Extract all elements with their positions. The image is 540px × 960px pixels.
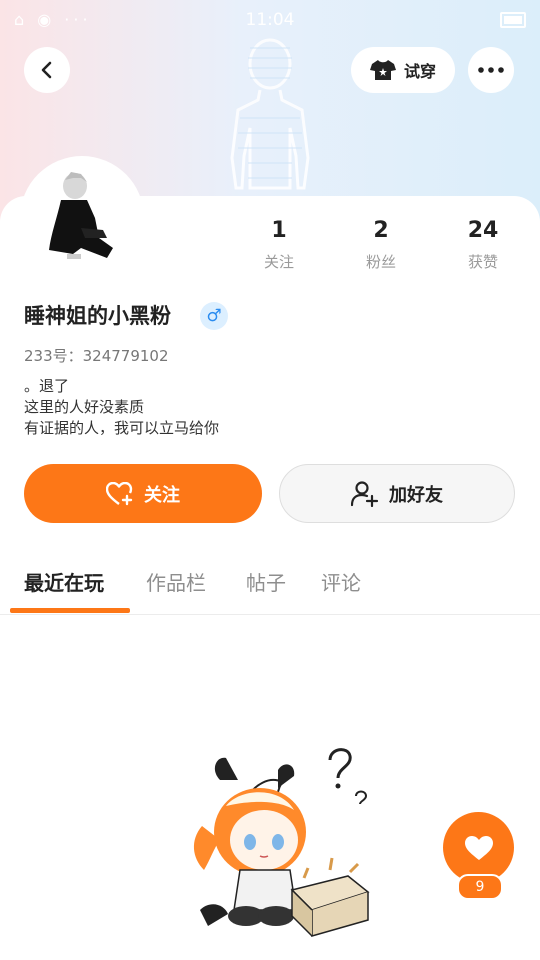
- stat-following-label: 关注: [263, 253, 294, 271]
- add-friend-label: 加好友: [389, 484, 443, 506]
- stat-fans-value: 2: [373, 218, 389, 243]
- status-bar: ⌂ ◉ ··· 11:04: [0, 0, 540, 40]
- heart-plus-icon: [106, 481, 133, 505]
- try-on-label: 试穿: [403, 62, 436, 81]
- heart-icon: [464, 835, 493, 860]
- avatar[interactable]: [24, 160, 140, 276]
- profile-tabs: 最近在玩 作品栏 帖子 评论: [0, 560, 540, 615]
- bio-line: 这里的人好没素质: [24, 398, 145, 416]
- add-friend-button[interactable]: 加好友: [279, 464, 515, 523]
- user-id[interactable]: 233号：324779102: [24, 345, 169, 366]
- stat-fans-label: 粉丝: [365, 253, 396, 271]
- like-button[interactable]: [443, 812, 514, 883]
- avatar-figure-illustration: [230, 38, 310, 190]
- stat-fans[interactable]: 2 粉丝: [341, 218, 421, 272]
- stat-following[interactable]: 1 关注: [239, 218, 319, 272]
- shirt-icon: [369, 60, 396, 80]
- avatar-character-illustration: [49, 172, 113, 259]
- empty-state-illustration: [193, 748, 370, 937]
- tab-works[interactable]: 作品栏: [146, 567, 206, 596]
- follow-label: 关注: [144, 484, 180, 506]
- bio-line: 有证据的人，我可以立马给你: [24, 419, 220, 437]
- like-count-badge: 9: [457, 874, 503, 900]
- back-icon: [41, 61, 52, 79]
- tab-comments[interactable]: 评论: [321, 567, 361, 596]
- username: 睡神姐的小黑粉: [24, 304, 171, 328]
- try-on-button[interactable]: 试穿: [351, 47, 455, 93]
- follow-button[interactable]: 关注: [24, 464, 262, 523]
- more-icon: [478, 67, 504, 73]
- more-button[interactable]: [468, 47, 514, 93]
- stat-likes-value: 24: [467, 218, 499, 243]
- tab-posts[interactable]: 帖子: [246, 567, 286, 596]
- battery-icon: [500, 12, 526, 28]
- gender-male-icon: ♂: [200, 302, 228, 330]
- status-time: 11:04: [245, 10, 295, 30]
- stat-following-value: 1: [271, 218, 287, 243]
- tab-indicator: [10, 608, 130, 613]
- stat-likes-label: 获赞: [467, 253, 498, 271]
- person-plus-icon: [351, 480, 379, 507]
- stat-likes[interactable]: 24 获赞: [443, 218, 523, 272]
- bio-line: 。退了: [24, 377, 70, 395]
- back-button[interactable]: [24, 47, 70, 93]
- tab-recently-played[interactable]: 最近在玩: [24, 567, 104, 596]
- bio: 。退了 这里的人好没素质 有证据的人，我可以立马给你: [24, 376, 219, 439]
